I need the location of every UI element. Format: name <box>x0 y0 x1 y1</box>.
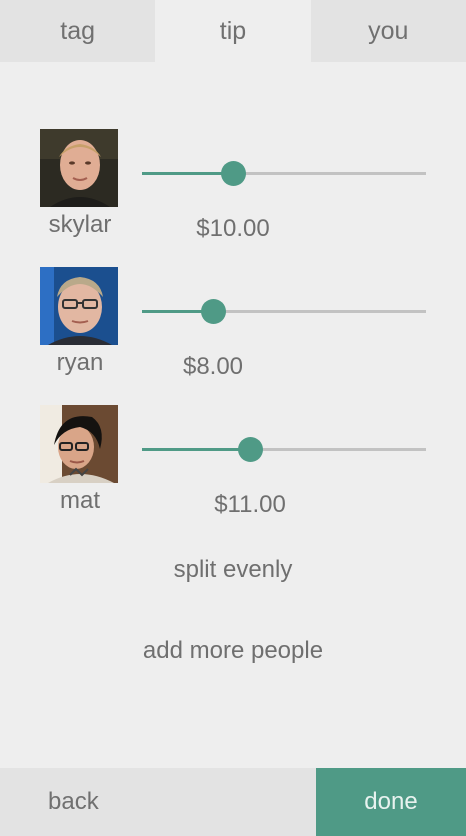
tip-slider-skylar[interactable]: $10.00 <box>142 159 426 242</box>
slider-fill <box>142 448 250 451</box>
tip-amount: $10.00 <box>196 215 270 242</box>
person-row-skylar: skylar $10.00 <box>0 129 466 249</box>
ryan-avatar <box>40 267 118 345</box>
tab-you[interactable]: you <box>310 0 466 62</box>
tab-bar: tag tip you <box>0 0 466 62</box>
mat-avatar <box>40 405 118 483</box>
bottom-bar: back done <box>0 768 466 836</box>
slider-thumb[interactable] <box>221 161 246 186</box>
skylar-avatar <box>40 129 118 207</box>
back-button[interactable]: back <box>0 768 316 836</box>
tip-slider-ryan[interactable]: $8.00 <box>142 297 426 380</box>
person-name: ryan <box>56 349 104 376</box>
tip-amount: $8.00 <box>182 353 244 380</box>
person-name: mat <box>59 487 100 514</box>
person-row-ryan: ryan $8.00 <box>0 267 466 387</box>
slider-fill <box>142 172 233 175</box>
slider-thumb[interactable] <box>201 299 226 324</box>
add-more-people-button[interactable]: add more people <box>0 637 466 665</box>
slider-thumb[interactable] <box>238 437 263 462</box>
split-evenly-button[interactable]: split evenly <box>0 556 466 584</box>
tip-amount: $11.00 <box>214 491 286 518</box>
done-button[interactable]: done <box>316 768 466 836</box>
tab-tip[interactable]: tip <box>155 0 311 62</box>
person-name: skylar <box>48 211 112 238</box>
person-row-mat: mat $11.00 <box>0 405 466 525</box>
tab-tag[interactable]: tag <box>0 0 156 62</box>
tip-slider-mat[interactable]: $11.00 <box>142 435 426 518</box>
